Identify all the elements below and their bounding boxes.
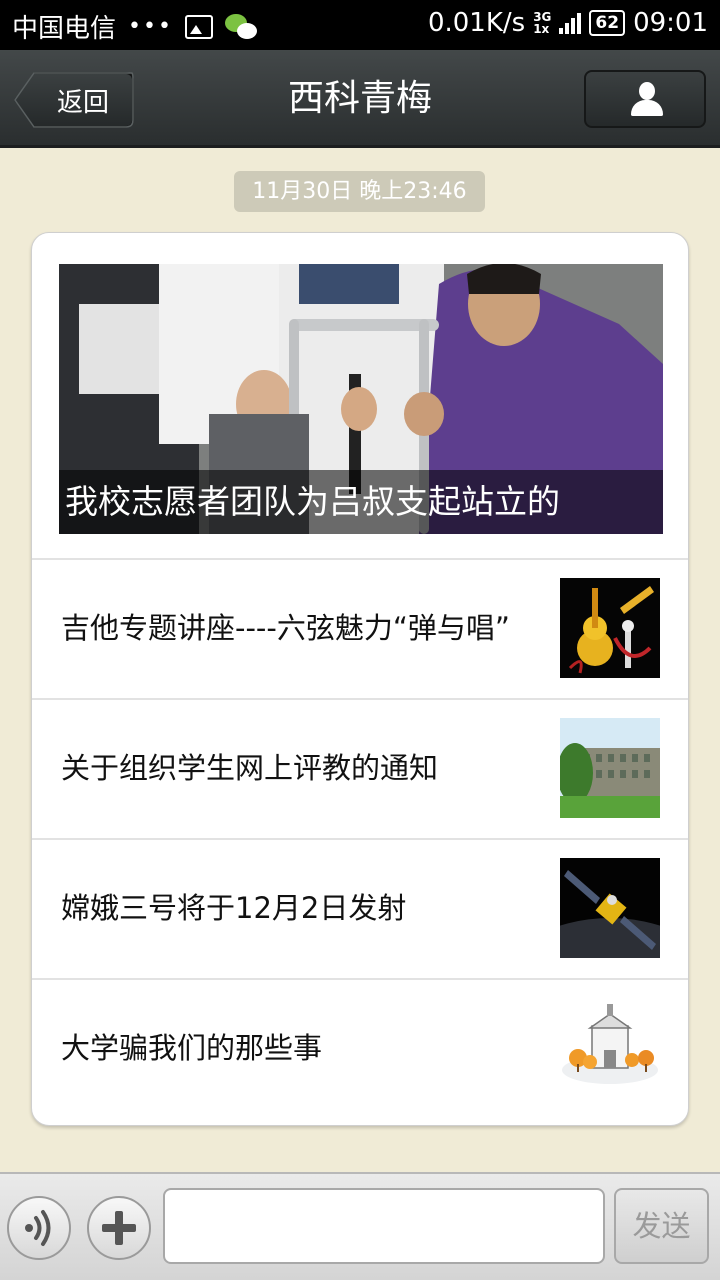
page-title: 西科青梅 (287, 78, 432, 119)
list-item[interactable]: 吉他专题讲座----六弦魅力“弹与唱” (32, 558, 688, 696)
battery-icon: 62 (589, 10, 626, 36)
carrier-name: 中国电信 (12, 14, 117, 44)
message-input-bar: 发送 (0, 1172, 720, 1280)
message-timestamp: 11月30日 晚上23:46 (234, 171, 485, 212)
status-bar: 中国电信 ••• 0.01K/s 3G 1x 62 09:01 (0, 0, 720, 50)
profile-button[interactable] (584, 70, 706, 128)
title-bar: 返回 西科青梅 (0, 50, 720, 148)
send-button[interactable]: 发送 (614, 1188, 709, 1264)
signal-bars-icon (559, 12, 582, 34)
list-item-title: 嫦娥三号将于12月2日发射 (61, 891, 407, 925)
cover-article[interactable]: 我校志愿者团队为吕叔支起站立的 (59, 264, 663, 534)
list-item-title: 吉他专题讲座----六弦魅力“弹与唱” (61, 611, 510, 645)
satellite-thumbnail (560, 858, 660, 958)
clock: 09:01 (633, 8, 708, 38)
network-speed: 0.01K/s (427, 8, 526, 38)
cover-caption: 我校志愿者团队为吕叔支起站立的 (59, 470, 663, 534)
back-button[interactable]: 返回 (14, 72, 134, 128)
message-input[interactable] (163, 1188, 605, 1264)
news-card: 我校志愿者团队为吕叔支起站立的 吉他专题讲座----六弦魅力“弹与唱” 关于组织… (31, 232, 689, 1126)
signal-type-bottom: 1x (533, 22, 550, 36)
list-item[interactable]: 大学骗我们的那些事 (32, 978, 688, 1116)
image-notification-icon (184, 14, 213, 39)
campus-building-thumbnail (560, 718, 660, 818)
voice-icon (25, 1210, 51, 1246)
wechat-notification-icon (224, 13, 259, 40)
user-profile-icon (629, 82, 665, 118)
list-item-title: 关于组织学生网上评教的通知 (61, 751, 439, 785)
list-item-title: 大学骗我们的那些事 (61, 1031, 323, 1065)
guitar-poster-thumbnail (560, 578, 660, 678)
university-illustration-thumbnail (560, 998, 660, 1098)
back-button-label: 返回 (56, 87, 109, 118)
list-item[interactable]: 关于组织学生网上评教的通知 (32, 698, 688, 836)
list-item[interactable]: 嫦娥三号将于12月2日发射 (32, 838, 688, 976)
voice-button[interactable] (7, 1196, 71, 1260)
more-notifications-dots: ••• (128, 14, 173, 39)
plus-icon (102, 1211, 136, 1245)
more-options-button[interactable] (87, 1196, 151, 1260)
